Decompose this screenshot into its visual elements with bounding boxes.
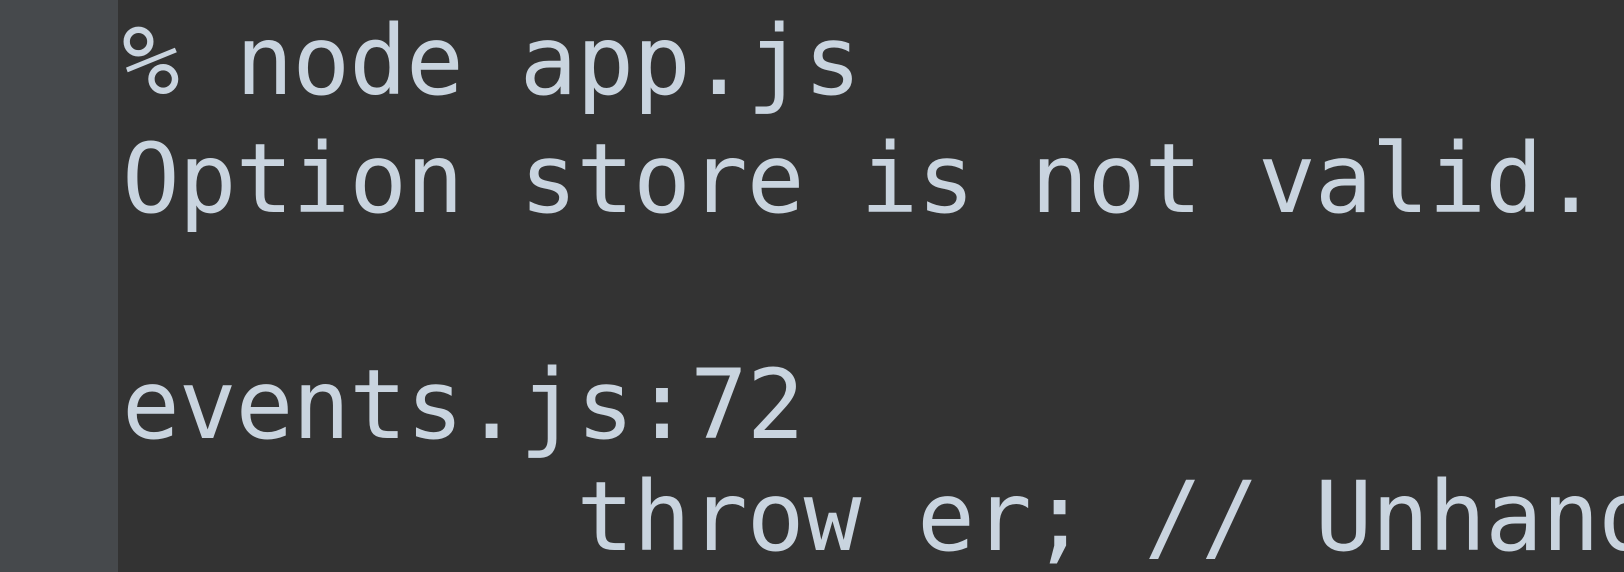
terminal-line-command: % node app.js: [122, 5, 861, 117]
terminal-line-stack-location: events.js:72: [122, 349, 805, 461]
terminal-line-error-message: Option store is not valid. Plea: [122, 123, 1600, 235]
terminal-line-throw: throw er; // Unhandled: [576, 461, 1624, 572]
terminal-window: % node app.js Option store is not valid.…: [0, 0, 1624, 572]
terminal-gutter: [0, 0, 118, 572]
terminal-output[interactable]: % node app.js Option store is not valid.…: [122, 0, 1624, 572]
